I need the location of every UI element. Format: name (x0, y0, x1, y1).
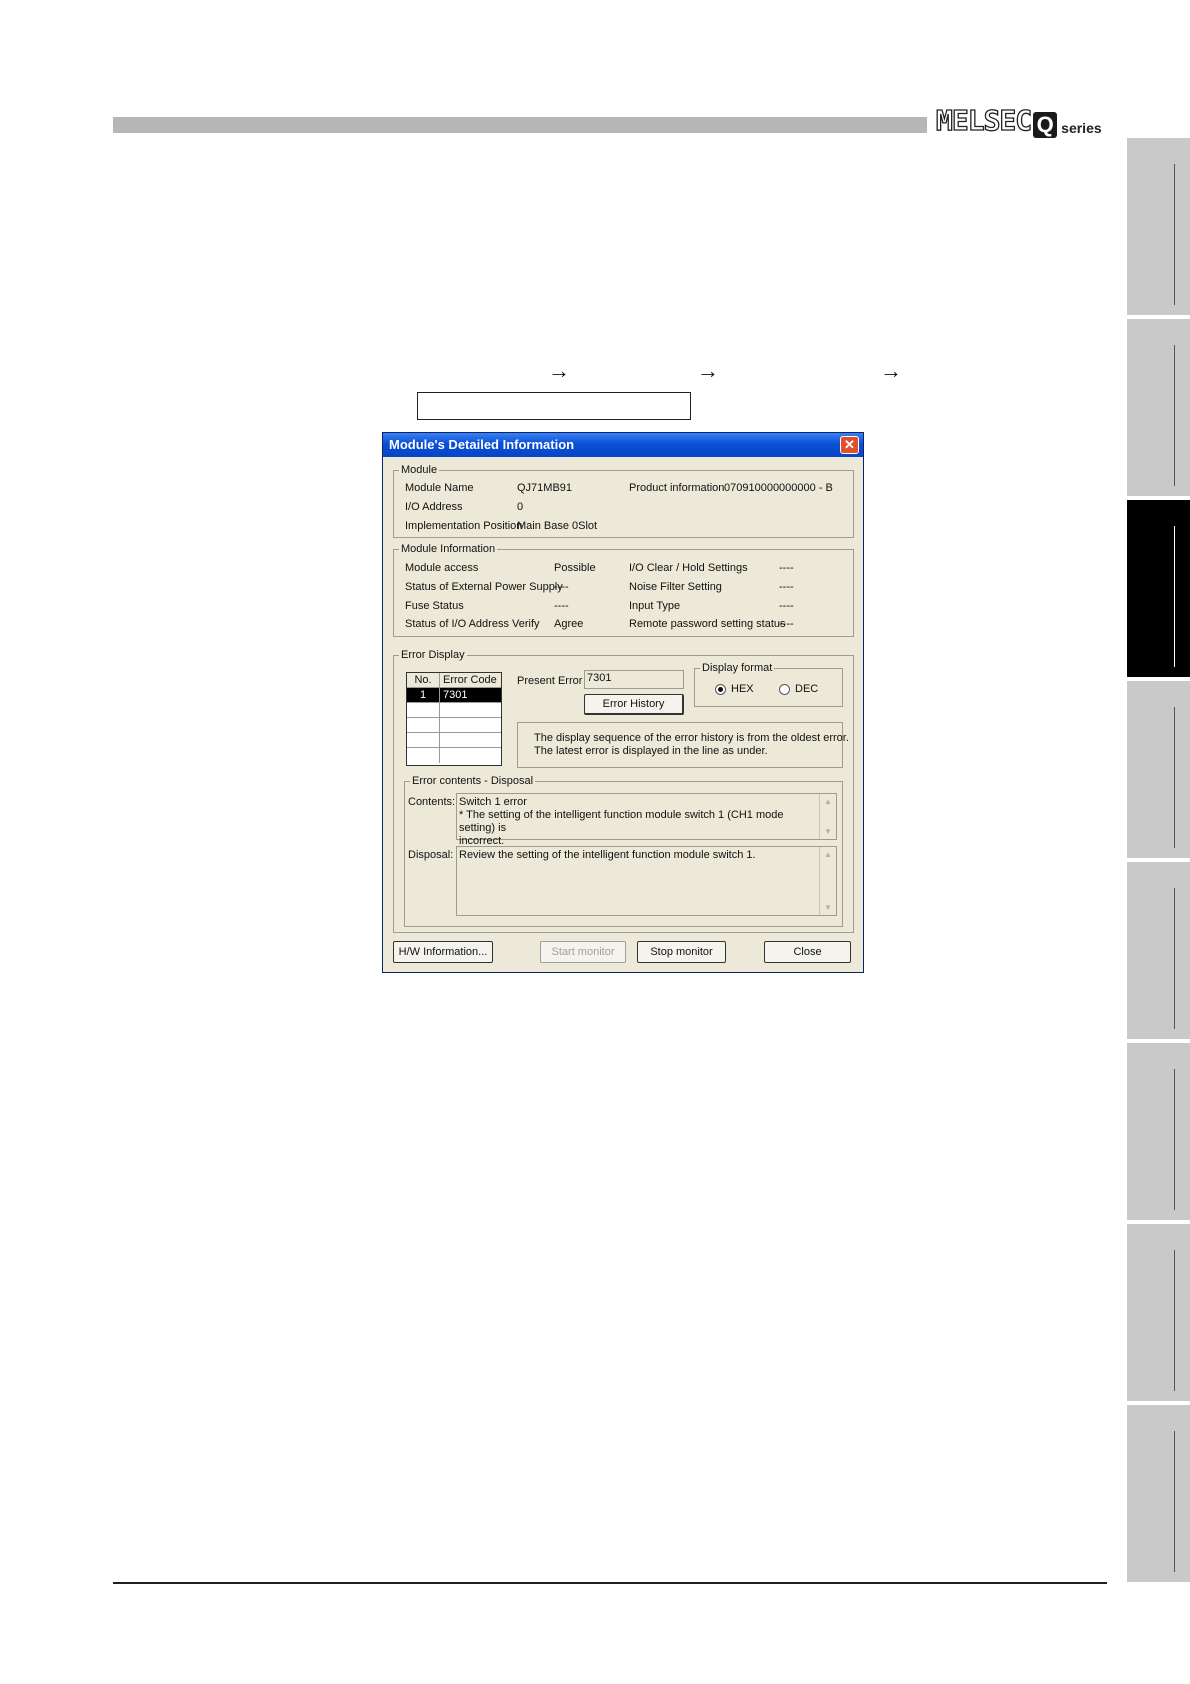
module-legend: Module (399, 463, 440, 477)
column-header-no: No. (407, 673, 440, 687)
disposal-scrollbar[interactable]: ▲ ▼ (819, 847, 836, 915)
table-cell-no: 1 (407, 688, 440, 702)
side-tab-7[interactable] (1127, 1224, 1190, 1401)
side-tab-5[interactable] (1127, 862, 1190, 1039)
disposal-label: Disposal: (408, 849, 454, 861)
side-tab-3-active[interactable] (1127, 500, 1190, 677)
header-bar (113, 117, 927, 133)
dialog-title: Module's Detailed Information (389, 437, 575, 452)
module-name-value: QJ71MB91 (517, 482, 573, 494)
info-value: ---- (554, 600, 569, 612)
start-monitor-button[interactable]: Start monitor (540, 941, 626, 963)
side-tab-8[interactable] (1127, 1405, 1190, 1582)
brand-melsec: MELSEC (935, 103, 1032, 137)
arrow-icon: → (548, 358, 570, 383)
disposal-text: Review the setting of the intelligent fu… (459, 849, 756, 861)
table-header: No. Error Code (407, 673, 501, 688)
brand-series: series (1061, 120, 1102, 136)
contents-scrollbar[interactable]: ▲ ▼ (819, 794, 836, 839)
info-value: ---- (779, 581, 794, 593)
dec-label: DEC (795, 683, 819, 695)
footer-rule (113, 1582, 1107, 1584)
stop-monitor-button[interactable]: Stop monitor (637, 941, 726, 963)
close-button[interactable]: Close (764, 941, 851, 963)
column-header-error-code: Error Code (443, 674, 497, 686)
present-error-field: 7301 (584, 670, 684, 689)
display-format-legend: Display format (700, 661, 775, 675)
dialog-titlebar: Module's Detailed Information ✕ (383, 433, 863, 457)
scroll-up-icon[interactable]: ▲ (820, 794, 836, 809)
impl-position-label: Implementation Position (405, 520, 523, 532)
info-label: I/O Clear / Hold Settings (629, 562, 748, 574)
info-value: Possible (554, 562, 596, 574)
error-contents-legend: Error contents - Disposal (410, 774, 536, 788)
info-label: Noise Filter Setting (629, 581, 722, 593)
info-label: Module access (405, 562, 479, 574)
scroll-down-icon[interactable]: ▼ (820, 900, 836, 915)
contents-line2: * The setting of the intelligent functio… (459, 809, 784, 834)
info-label: Status of I/O Address Verify (405, 618, 540, 630)
melsec-q-series-logo: MELSEC Qseries (935, 103, 1102, 138)
error-history-button[interactable]: Error History (584, 694, 684, 715)
io-address-label: I/O Address (405, 501, 463, 513)
module-detailed-information-dialog: Module's Detailed Information ✕ Module M… (382, 432, 864, 973)
error-display-legend: Error Display (399, 648, 467, 662)
side-tab-2[interactable] (1127, 319, 1190, 496)
error-contents-group: Error contents - Disposal Contents: Swit… (404, 774, 843, 927)
history-note-line2: The latest error is displayed in the lin… (534, 745, 768, 757)
impl-position-value: Main Base 0Slot (517, 520, 598, 532)
contents-textarea[interactable]: Switch 1 error * The setting of the inte… (456, 793, 837, 847)
dec-radio[interactable] (779, 684, 790, 695)
contents-label: Contents: (408, 796, 456, 808)
info-value: ---- (554, 581, 569, 593)
error-history-table[interactable]: No. Error Code 1 7301 (406, 672, 502, 766)
display-format-group: Display format HEX DEC (694, 661, 843, 707)
close-icon[interactable]: ✕ (840, 436, 859, 454)
info-label: Fuse Status (405, 600, 464, 612)
present-error-label: Present Error (517, 675, 583, 687)
table-cell-code: 7301 (443, 689, 468, 701)
error-display-group: Error Display No. Error Code 1 7301 Pres… (393, 648, 854, 933)
info-value: ---- (779, 600, 794, 612)
io-address-value: 0 (517, 501, 524, 513)
module-information-group: Module Information Module access Possibl… (393, 542, 854, 637)
table-row[interactable] (407, 748, 501, 763)
info-label: Input Type (629, 600, 681, 612)
side-tab-1[interactable] (1127, 138, 1190, 315)
history-note-box: The display sequence of the error histor… (517, 722, 849, 768)
product-info-label: Product information (629, 482, 725, 494)
arrow-icon: → (697, 358, 719, 383)
menu-path-box (417, 392, 691, 420)
arrow-icon: → (880, 358, 902, 383)
scroll-up-icon[interactable]: ▲ (820, 847, 836, 862)
module-name-label: Module Name (405, 482, 474, 494)
hex-radio[interactable] (715, 684, 726, 695)
disposal-textarea[interactable]: Review the setting of the intelligent fu… (456, 846, 837, 916)
info-value: Agree (554, 618, 584, 630)
side-tab-6[interactable] (1127, 1043, 1190, 1220)
side-tab-4[interactable] (1127, 681, 1190, 858)
module-group: Module Module Name QJ71MB91 Product info… (393, 463, 854, 538)
table-row[interactable]: 1 7301 (407, 688, 501, 703)
brand-q: Q (1033, 112, 1058, 138)
info-label: Remote password setting status (629, 618, 786, 630)
table-row[interactable] (407, 718, 501, 733)
info-value: ---- (779, 562, 794, 574)
info-value: ---- (779, 618, 794, 630)
product-info-value: 070910000000000 - B (724, 482, 833, 494)
table-row[interactable] (407, 703, 501, 718)
contents-line1: Switch 1 error (459, 796, 527, 808)
history-note-line1: The display sequence of the error histor… (534, 732, 849, 744)
table-row[interactable] (407, 733, 501, 748)
info-label: Status of External Power Supply (405, 581, 563, 593)
module-information-legend: Module Information (399, 542, 498, 556)
scroll-down-icon[interactable]: ▼ (820, 824, 836, 839)
hw-information-button[interactable]: H/W Information... (393, 941, 493, 963)
hex-label: HEX (731, 683, 754, 695)
